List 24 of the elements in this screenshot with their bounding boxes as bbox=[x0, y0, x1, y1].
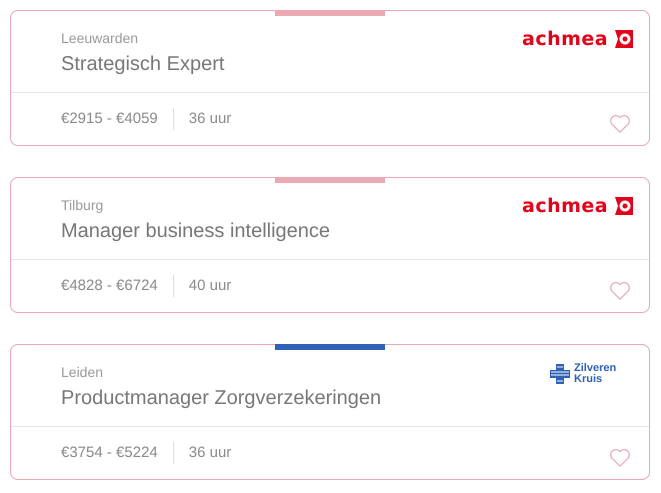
logo-icon bbox=[614, 196, 634, 216]
logo-icon bbox=[614, 29, 634, 49]
salary-range: €3754 - €5224 bbox=[61, 442, 158, 463]
salary-range: €2915 - €4059 bbox=[61, 108, 158, 129]
work-hours: 36 uur bbox=[188, 442, 232, 463]
work-hours: 36 uur bbox=[188, 108, 232, 129]
job-title[interactable]: Strategisch Expert bbox=[61, 51, 224, 77]
job-card[interactable]: Leeuwarden Strategisch Expert achmea €2915 - €4059 36 uur bbox=[10, 10, 650, 146]
cross-icon bbox=[549, 363, 571, 385]
company-logo-text: achmea bbox=[522, 196, 608, 216]
heart-icon[interactable] bbox=[609, 281, 631, 301]
company-logo-text: achmea bbox=[522, 30, 608, 48]
heart-icon[interactable] bbox=[609, 448, 631, 468]
salary-range: €4828 - €6724 bbox=[61, 276, 158, 296]
work-hours: 40 uur bbox=[188, 276, 232, 296]
job-location: Tilburg bbox=[61, 196, 104, 214]
job-location: Leiden bbox=[61, 363, 104, 381]
job-card[interactable]: Tilburg Manager business intelligence achmea €4828 - €6724 40 uur bbox=[10, 177, 650, 313]
job-location: Leeuwarden bbox=[61, 29, 140, 47]
job-title[interactable]: Productmanager Zorgverzekeringen bbox=[61, 385, 382, 411]
heart-icon[interactable] bbox=[609, 114, 631, 134]
job-card[interactable]: Leiden Productmanager Zorgverzekeringen Zilveren Kruis €3754 - €5224 36 uur bbox=[10, 344, 650, 480]
job-title[interactable]: Manager business intelligence bbox=[61, 218, 330, 244]
company-logo-text: Zilveren Kruis bbox=[574, 363, 618, 385]
